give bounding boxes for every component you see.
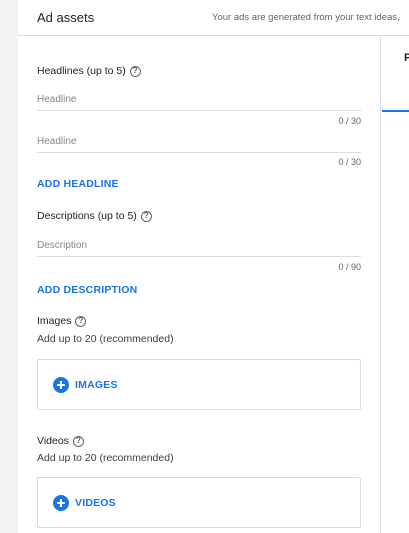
ad-assets-form: Headlines (up to 5) ? 0 / 30 0 / 30 ADD …	[18, 36, 381, 533]
videos-upload-box: VIDEOS	[37, 477, 361, 528]
videos-label: Videos ?	[37, 435, 84, 447]
headlines-label-text: Headlines (up to 5)	[37, 65, 126, 77]
help-icon[interactable]: ?	[140, 210, 152, 222]
section-title: Ad assets	[37, 10, 95, 25]
tab-indicator	[382, 110, 409, 112]
help-icon[interactable]: ?	[75, 315, 87, 327]
add-videos-label: VIDEOS	[75, 497, 116, 509]
description-1-counter: 0 / 90	[338, 262, 361, 272]
headline-1-counter: 0 / 30	[338, 116, 361, 126]
add-images-button[interactable]: IMAGES	[53, 377, 118, 393]
preview-panel: P	[382, 36, 409, 533]
add-headline-button[interactable]: ADD HEADLINE	[37, 178, 119, 190]
headline-input-2[interactable]	[37, 131, 361, 153]
headline-2-counter: 0 / 30	[338, 157, 361, 167]
tab-preview[interactable]: P	[404, 52, 409, 64]
add-circle-icon	[53, 495, 69, 511]
headline-input-1[interactable]	[37, 89, 361, 111]
videos-label-text: Videos	[37, 435, 69, 447]
images-note: Add up to 20 (recommended)	[37, 333, 174, 345]
add-images-label: IMAGES	[75, 379, 118, 391]
help-icon[interactable]: ?	[129, 65, 141, 77]
images-label: Images ?	[37, 315, 87, 327]
page-gutter	[0, 0, 18, 533]
section-subtitle: Your ads are generated from your text id…	[212, 12, 400, 23]
descriptions-label: Descriptions (up to 5) ?	[37, 210, 152, 222]
add-circle-icon	[53, 377, 69, 393]
card-header: Ad assets Your ads are generated from yo…	[18, 0, 409, 36]
images-upload-box: IMAGES	[37, 359, 361, 410]
descriptions-label-text: Descriptions (up to 5)	[37, 210, 137, 222]
add-videos-button[interactable]: VIDEOS	[53, 495, 116, 511]
images-label-text: Images	[37, 315, 72, 327]
help-icon[interactable]: ?	[72, 435, 84, 447]
videos-note: Add up to 20 (recommended)	[37, 452, 174, 464]
add-description-button[interactable]: ADD DESCRIPTION	[37, 284, 137, 296]
ad-assets-card: Ad assets Your ads are generated from yo…	[18, 0, 409, 533]
description-input-1[interactable]	[37, 235, 361, 257]
headlines-label: Headlines (up to 5) ?	[37, 65, 141, 77]
